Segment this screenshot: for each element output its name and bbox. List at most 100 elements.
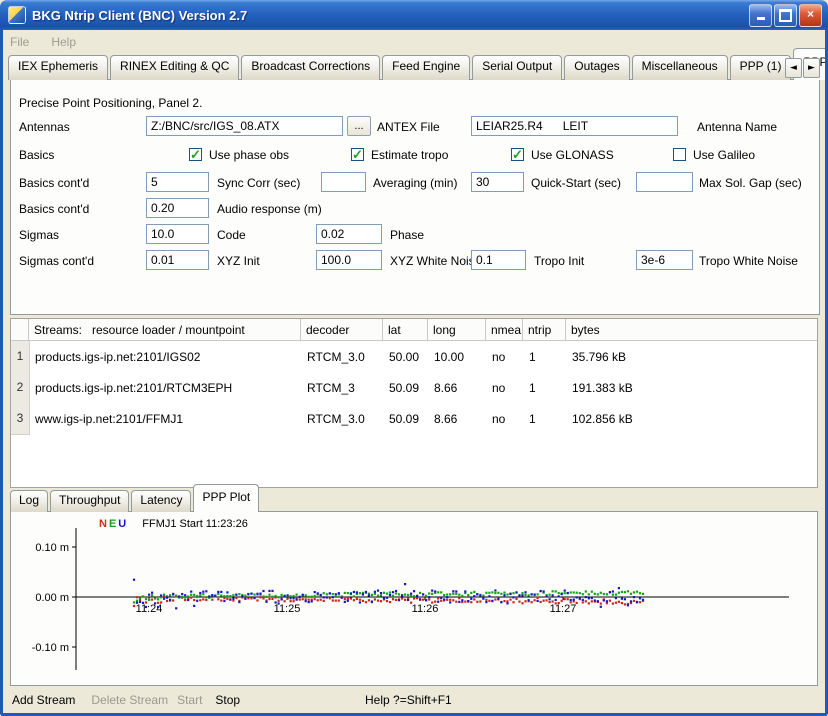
cell-long: 10.00 [429, 350, 487, 364]
cell-bytes: 35.796 kB [567, 350, 817, 364]
tropo-init-input[interactable] [471, 250, 526, 270]
legend-up: U [118, 518, 126, 530]
tab-serial-output[interactable]: Serial Output [472, 55, 562, 80]
sigma-code-label: Code [217, 228, 246, 242]
panel-heading: Precise Point Positioning, Panel 2. [19, 96, 202, 110]
app-icon [8, 6, 26, 24]
help-shortcut-text: Help ?=Shift+F1 [365, 693, 452, 707]
antex-browse-button[interactable]: ... [347, 116, 371, 136]
sigma-phase-input[interactable] [316, 224, 382, 244]
sigmas2-label: Sigmas cont'd [19, 254, 94, 268]
close-icon[interactable]: × [799, 4, 822, 27]
add-stream-button[interactable]: Add Stream [12, 693, 75, 707]
app-window: BKG Ntrip Client (BNC) Version 2.7 × Fil… [0, 0, 828, 716]
tab-scroll-buttons: ◄ ► [785, 58, 820, 78]
cell-long: 8.66 [429, 381, 487, 395]
header-gutter [11, 319, 29, 340]
stream-row-2[interactable]: 2 products.igs-ip.net:2101/RTCM3EPH RTCM… [11, 372, 817, 403]
cell-nmea: no [487, 381, 524, 395]
ppp-plot-svg: 0.10 m0.00 m-0.10 m11:2411:2511:2611:27 [11, 512, 817, 685]
header-nmea[interactable]: nmea [486, 319, 523, 340]
tropo-white-noise-label: Tropo White Noise [699, 254, 798, 268]
stream-row-1[interactable]: 1 products.igs-ip.net:2101/IGS02 RTCM_3.… [11, 341, 817, 372]
tab-ppp-plot[interactable]: PPP Plot [193, 484, 259, 512]
header-mountpoint[interactable]: Streams: resource loader / mountpoint [29, 319, 301, 340]
tab-miscellaneous[interactable]: Miscellaneous [632, 55, 728, 80]
tab-outages[interactable]: Outages [564, 55, 629, 80]
xyz-white-noise-input[interactable] [316, 250, 382, 270]
antenna-name-input[interactable] [471, 116, 678, 136]
cell-nmea: no [487, 412, 524, 426]
row-number: 2 [11, 372, 30, 404]
estimate-tropo-checkbox[interactable] [351, 148, 364, 161]
svg-text:11:26: 11:26 [412, 603, 439, 615]
delete-stream-button[interactable]: Delete Stream [91, 693, 168, 707]
averaging-label: Averaging (min) [373, 176, 457, 190]
tab-rinex-ephemeris[interactable]: IEX Ephemeris [8, 55, 108, 80]
use-glonass-checkbox[interactable] [511, 148, 524, 161]
svg-text:0.10 m: 0.10 m [35, 542, 69, 554]
tab-ppp-1[interactable]: PPP (1) [730, 55, 792, 80]
ppp-plot-panel: N E U FFMJ1 Start 11:23:26 0.10 m0.00 m-… [10, 511, 818, 686]
tab-rinex-editing-qc[interactable]: RINEX Editing & QC [110, 55, 239, 80]
cell-bytes: 102.856 kB [567, 412, 817, 426]
use-galileo-checkbox[interactable] [673, 148, 686, 161]
stop-button[interactable]: Stop [215, 693, 240, 707]
window-title: BKG Ntrip Client (BNC) Version 2.7 [32, 8, 749, 23]
bottom-tabbar: Log Throughput Latency PPP Plot [10, 490, 261, 512]
maximize-icon[interactable] [774, 4, 797, 27]
plot-title: FFMJ1 Start 11:23:26 [142, 518, 248, 530]
cell-lat: 50.00 [384, 350, 429, 364]
minimize-icon[interactable] [749, 4, 772, 27]
stream-row-3[interactable]: 3 www.igs-ip.net:2101/FFMJ1 RTCM_3.0 50.… [11, 403, 817, 434]
header-ntrip[interactable]: ntrip [523, 319, 566, 340]
svg-text:11:25: 11:25 [274, 603, 301, 615]
plot-legend: N E U FFMJ1 Start 11:23:26 [99, 518, 248, 530]
start-button[interactable]: Start [177, 693, 202, 707]
cell-lat: 50.09 [384, 381, 429, 395]
legend-north: N [99, 518, 107, 530]
use-galileo-label: Use Galileo [693, 148, 755, 162]
quick-start-label: Quick-Start (sec) [531, 176, 621, 190]
quick-start-input[interactable] [471, 172, 524, 192]
menu-help[interactable]: Help [51, 35, 76, 49]
tab-broadcast-corrections[interactable]: Broadcast Corrections [241, 55, 380, 80]
cell-bytes: 191.383 kB [567, 381, 817, 395]
legend-east: E [109, 518, 116, 530]
ppp2-panel: Precise Point Positioning, Panel 2. Ante… [10, 79, 820, 315]
xyz-init-input[interactable] [146, 250, 209, 270]
title-bar[interactable]: BKG Ntrip Client (BNC) Version 2.7 × [0, 0, 828, 30]
tab-feed-engine[interactable]: Feed Engine [382, 55, 470, 80]
sync-corr-input[interactable] [146, 172, 209, 192]
svg-text:-0.10 m: -0.10 m [32, 642, 69, 654]
sync-corr-label: Sync Corr (sec) [217, 176, 300, 190]
tab-latency[interactable]: Latency [131, 490, 191, 512]
header-decoder[interactable]: decoder [301, 319, 383, 340]
xyz-init-label: XYZ Init [217, 254, 260, 268]
basics-label: Basics [19, 148, 54, 162]
header-long[interactable]: long [428, 319, 486, 340]
main-tabbar: IEX Ephemeris RINEX Editing & QC Broadca… [8, 55, 828, 80]
header-bytes[interactable]: bytes [566, 319, 817, 340]
row-number: 1 [11, 341, 30, 373]
averaging-input[interactable] [321, 172, 366, 192]
tropo-white-noise-input[interactable] [636, 250, 693, 270]
antex-path-input[interactable] [146, 116, 343, 136]
sigma-code-input[interactable] [146, 224, 209, 244]
tab-throughput[interactable]: Throughput [50, 490, 129, 512]
max-sol-gap-input[interactable] [636, 172, 693, 192]
use-phase-obs-checkbox[interactable] [189, 148, 202, 161]
cell-ntrip: 1 [524, 381, 567, 395]
row-number: 3 [11, 403, 30, 435]
tab-scroll-left-icon[interactable]: ◄ [785, 58, 802, 78]
header-lat[interactable]: lat [383, 319, 428, 340]
sigma-phase-label: Phase [390, 228, 424, 242]
window-controls: × [749, 4, 822, 27]
tab-log[interactable]: Log [10, 490, 48, 512]
menu-file[interactable]: File [10, 35, 29, 49]
audio-response-input[interactable] [146, 198, 209, 218]
sigmas-label: Sigmas [19, 228, 59, 242]
tab-scroll-right-icon[interactable]: ► [803, 58, 820, 78]
svg-text:11:27: 11:27 [550, 603, 577, 615]
audio-response-label: Audio response (m) [217, 202, 322, 216]
